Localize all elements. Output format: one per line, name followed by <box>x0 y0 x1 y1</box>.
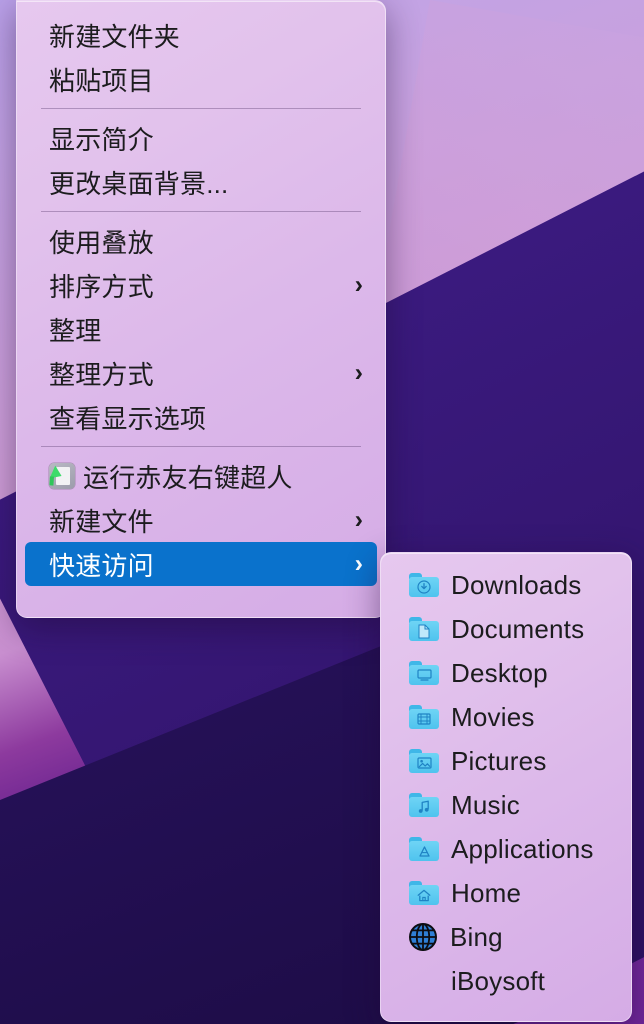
menu-item-label: 使用叠放 <box>49 227 154 258</box>
desktop-wallpaper: 新建文件夹粘贴项目显示简介更改桌面背景... 使用叠放排序方式 › 整理整理方式 › 查看… <box>0 0 644 1024</box>
menu-item-plain[interactable]: 更改桌面背景... <box>25 160 377 204</box>
submenu-item[interactable]: Movies <box>389 695 623 739</box>
submenu-item[interactable]: Documents <box>389 607 623 651</box>
menu-item-label: 运行赤友右键超人 <box>83 462 293 493</box>
submenu-item[interactable]: Home <box>389 871 623 915</box>
menu-item-label: 新建文件夹 <box>49 21 181 52</box>
desktop-context-menu[interactable]: 新建文件夹粘贴项目显示简介更改桌面背景... 使用叠放排序方式 › 整理整理方式 › 查看… <box>16 0 386 618</box>
submenu-item-label: iBoysoft <box>451 965 546 996</box>
menu-item-plain[interactable]: 使用叠放 <box>25 219 377 263</box>
folder-applications-icon <box>409 837 439 861</box>
menu-item-plain[interactable]: 整理方式 › <box>25 351 377 395</box>
submenu-item-label: Pictures <box>451 745 547 776</box>
menu-item-plain[interactable]: 整理 <box>25 307 377 351</box>
menu-item-label: 粘贴项目 <box>49 65 154 96</box>
submenu-item-label: Bing <box>450 921 503 952</box>
folder-pictures-icon <box>409 749 439 773</box>
globe-icon <box>408 922 438 952</box>
chevron-right-icon: › <box>354 270 363 299</box>
menu-item-plain[interactable]: 排序方式 › <box>25 263 377 307</box>
submenu-item[interactable]: Desktop <box>389 651 623 695</box>
submenu-item-label: Applications <box>451 833 594 864</box>
submenu-item-label: Documents <box>451 613 585 644</box>
menu-item-label: 新建文件 <box>49 506 154 537</box>
submenu-item[interactable]: Bing <box>389 915 623 959</box>
folder-downloads-icon <box>409 573 439 597</box>
folder-movies-icon <box>409 705 439 729</box>
menu-item-label: 查看显示选项 <box>49 403 207 434</box>
submenu-item-label: Downloads <box>451 569 582 600</box>
menu-item-label: 整理 <box>49 315 102 346</box>
submenu-item[interactable]: Downloads <box>389 563 623 607</box>
quick-access-submenu[interactable]: Downloads Documents Desktop Movies Pictures M… <box>380 552 632 1022</box>
submenu-item-label: Desktop <box>451 657 548 688</box>
menu-item-with-icon[interactable]: 运行赤友右键超人 <box>25 454 377 498</box>
menu-item-plain[interactable]: 新建文件夹 <box>25 13 377 57</box>
submenu-item-label: Music <box>451 789 520 820</box>
menu-separator <box>41 446 361 447</box>
submenu-item[interactable]: iBoysoft <box>389 959 623 1003</box>
menu-separator <box>41 108 361 109</box>
submenu-item[interactable]: Music <box>389 783 623 827</box>
chevron-right-icon: › <box>354 358 363 387</box>
folder-desktop-icon <box>409 661 439 685</box>
menu-separator <box>41 211 361 212</box>
menu-item-label: 更改桌面背景... <box>49 168 229 199</box>
menu-item-label: 显示简介 <box>49 124 154 155</box>
menu-item-plain[interactable]: 查看显示选项 <box>25 395 377 439</box>
menu-item-label: 快速访问 <box>49 550 154 581</box>
submenu-item[interactable]: Pictures <box>389 739 623 783</box>
folder-home-icon <box>409 881 439 905</box>
chevron-right-icon: › <box>354 549 363 578</box>
menu-item-label: 整理方式 <box>49 359 154 390</box>
menu-item-plain[interactable]: 新建文件 › <box>25 498 377 542</box>
menu-item-plain[interactable]: 粘贴项目 <box>25 57 377 101</box>
menu-item-label: 排序方式 <box>49 271 154 302</box>
submenu-item-label: Home <box>451 877 522 908</box>
folder-music-icon <box>409 793 439 817</box>
submenu-item[interactable]: Applications <box>389 827 623 871</box>
chevron-right-icon: › <box>354 505 363 534</box>
app-cursor-icon <box>49 463 75 489</box>
submenu-item-label: Movies <box>451 701 535 732</box>
folder-documents-icon <box>409 617 439 641</box>
menu-item-plain[interactable]: 显示简介 <box>25 116 377 160</box>
menu-item-plain[interactable]: 快速访问 › <box>25 542 377 586</box>
